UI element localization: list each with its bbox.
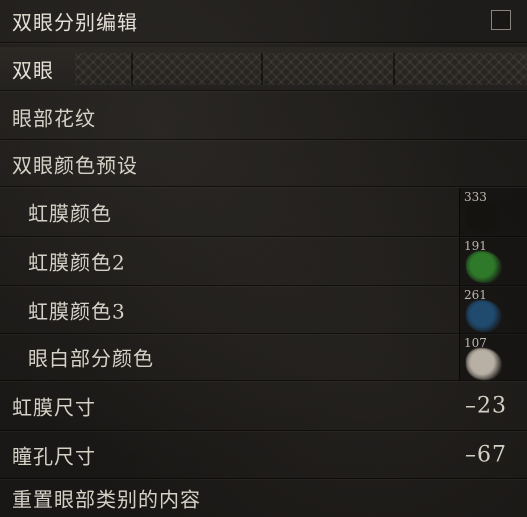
iris-color-swatch[interactable]: 333 <box>459 188 527 236</box>
iris-color-3-blob <box>466 300 502 332</box>
reset-eye-category-button[interactable]: 重置眼部类别的内容 <box>0 479 527 517</box>
iris-color-2-blob <box>466 251 502 283</box>
eye-color-preset-row[interactable]: 双眼颜色预设 <box>0 141 527 187</box>
pupil-size-row[interactable]: 瞳孔尺寸 –67 <box>0 431 527 479</box>
iris-size-label: 虹膜尺寸 <box>12 395 96 419</box>
ornament-divider <box>393 53 395 85</box>
eye-pattern-label: 眼部花纹 <box>12 106 96 130</box>
iris-size-value: –23 <box>465 393 507 418</box>
iris-color-3-swatch[interactable]: 261 <box>459 286 527 333</box>
pupil-size-value: –67 <box>465 442 507 467</box>
eye-settings-panel: 双眼分别编辑 双眼 眼部花纹 双眼颜色预设 虹膜颜色 333 虹膜颜色2 191… <box>0 0 527 517</box>
sclera-color-label: 眼白部分颜色 <box>28 346 154 371</box>
edit-eyes-separately-label: 双眼分别编辑 <box>12 10 138 35</box>
sclera-color-swatch[interactable]: 107 <box>459 334 527 380</box>
ornament-divider <box>131 53 133 85</box>
iris-color-2-label: 虹膜颜色2 <box>28 250 126 275</box>
iris-color-blob <box>466 202 502 234</box>
eye-color-preset-label: 双眼颜色预设 <box>12 153 138 177</box>
iris-color-3-row[interactable]: 虹膜颜色3 261 <box>0 286 527 334</box>
iris-color-2-swatch[interactable]: 191 <box>459 237 527 285</box>
edit-eyes-separately-checkbox[interactable] <box>491 10 511 30</box>
reset-eye-category-label: 重置眼部类别的内容 <box>12 487 201 512</box>
sclera-color-blob <box>466 348 502 380</box>
eye-pattern-row[interactable]: 眼部花纹 <box>0 94 527 140</box>
iris-color-row[interactable]: 虹膜颜色 333 <box>0 188 527 237</box>
pupil-size-label: 瞳孔尺寸 <box>12 444 96 468</box>
sclera-color-row[interactable]: 眼白部分颜色 107 <box>0 334 527 381</box>
edit-eyes-separately-row[interactable]: 双眼分别编辑 <box>0 0 527 43</box>
iris-color-2-row[interactable]: 虹膜颜色2 191 <box>0 237 527 286</box>
knotwork-ornament <box>75 53 527 85</box>
iris-color-3-label: 虹膜颜色3 <box>28 299 126 323</box>
iris-size-row[interactable]: 虹膜尺寸 –23 <box>0 381 527 431</box>
iris-color-label: 虹膜颜色 <box>28 201 112 226</box>
section-header-both-eyes: 双眼 <box>0 47 527 91</box>
section-title: 双眼 <box>12 58 54 82</box>
ornament-divider <box>261 53 263 85</box>
